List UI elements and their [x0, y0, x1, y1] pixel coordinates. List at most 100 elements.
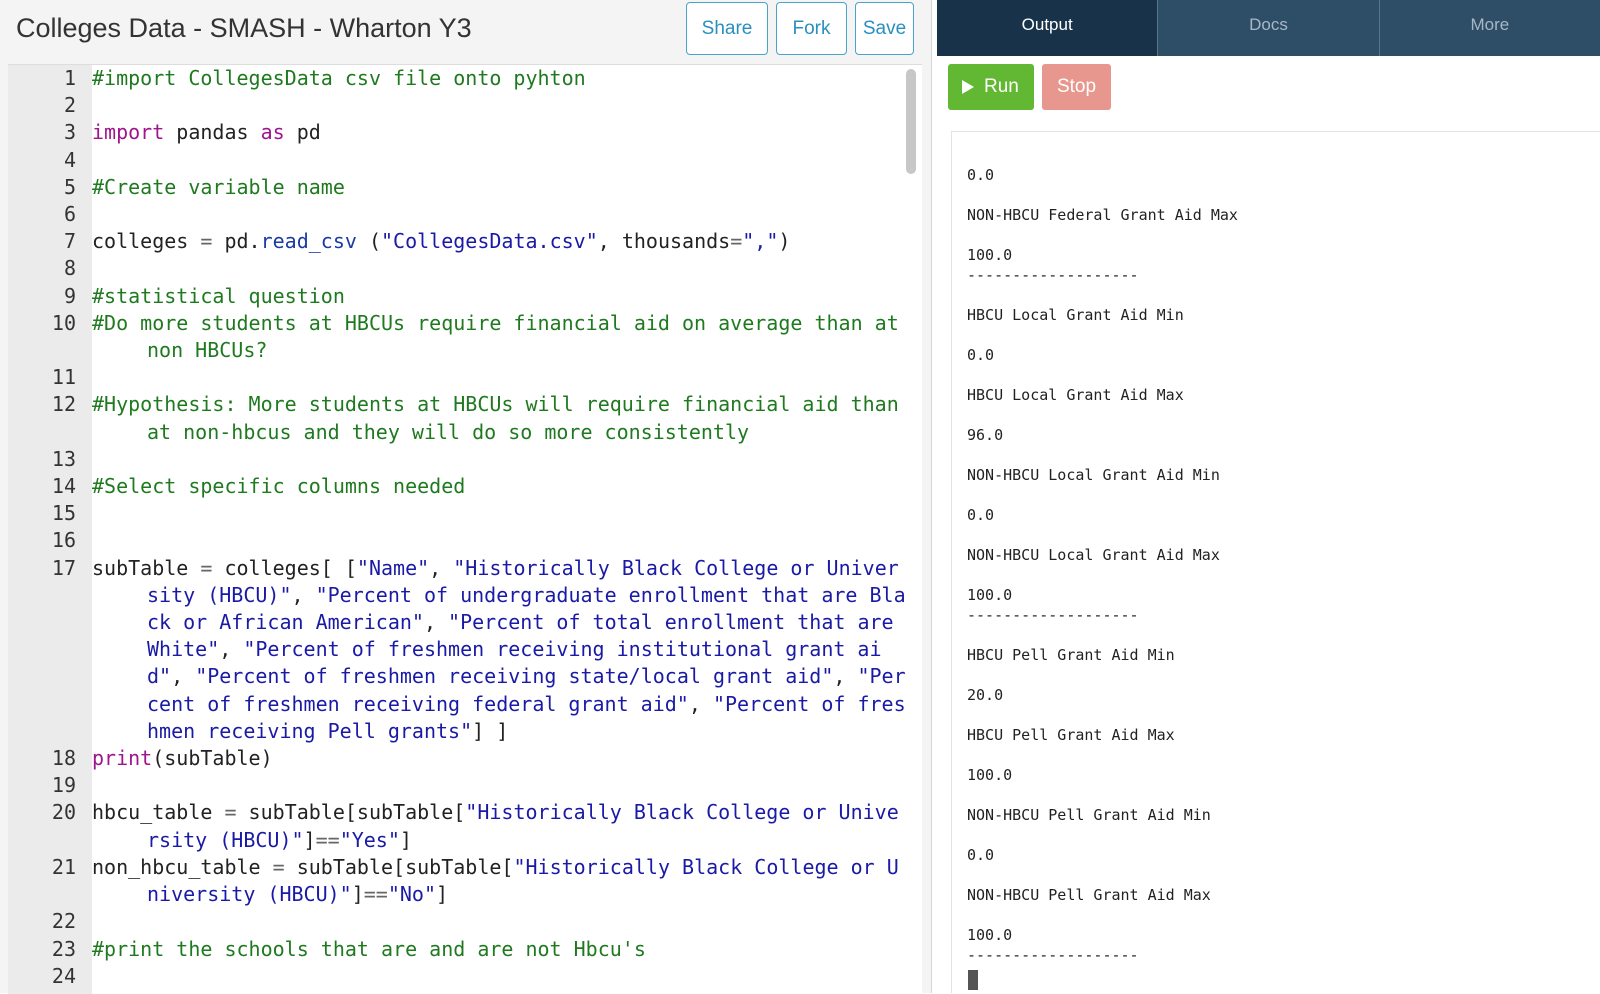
code-text[interactable]: ​: [92, 446, 908, 473]
code-text[interactable]: #Do more students at HBCUs require finan…: [92, 310, 908, 364]
code-token-str: ",": [742, 229, 779, 254]
code-line[interactable]: 19 ​: [8, 772, 908, 799]
code-text[interactable]: #Select specific columns needed: [92, 473, 908, 500]
code-token-plain: hbcu_table: [92, 800, 225, 825]
code-line[interactable]: 23 #print the schools that are and are no…: [8, 936, 908, 963]
line-number: 23: [51, 936, 76, 961]
code-line[interactable]: 2​: [8, 92, 908, 119]
console-line: 96.0: [967, 426, 1004, 444]
code-line[interactable]: 7 colleges = pd.read_csv ("CollegesData.c…: [8, 228, 908, 255]
save-button[interactable]: Save: [855, 2, 914, 55]
code-text[interactable]: ​: [92, 963, 908, 990]
code-token-op: =: [200, 555, 213, 580]
code-line[interactable]: 13 ​: [8, 446, 908, 473]
code-token-plain: ]: [303, 827, 316, 852]
panel-tabs: Output Docs More: [937, 0, 1600, 56]
code-line[interactable]: 24 ​: [8, 963, 908, 990]
code-text[interactable]: ​: [92, 147, 908, 174]
code-text[interactable]: hbcu_table = subTable[subTable["Historic…: [92, 799, 908, 853]
console-line: 100.0: [967, 926, 1013, 944]
tab-docs[interactable]: Docs: [1158, 0, 1380, 56]
code-line[interactable]: 16 ​: [8, 527, 908, 554]
code-text[interactable]: print(subTable): [92, 745, 908, 772]
console-line: 20.0: [967, 686, 1004, 704]
line-number: 16: [51, 528, 76, 553]
code-line[interactable]: 5 #Create variable name: [8, 174, 908, 201]
code-line[interactable]: 3 import pandas as pd: [8, 119, 908, 146]
code-token-comment: #import CollegesData csv file onto pyhto…: [92, 66, 586, 90]
code-text[interactable]: import pandas as pd: [92, 119, 908, 146]
code-text[interactable]: ​: [92, 201, 908, 228]
console-line: 100.0: [967, 246, 1013, 264]
code-line[interactable]: 6​: [8, 201, 908, 228]
code-token-op: ==: [315, 827, 340, 852]
code-text[interactable]: non_hbcu_table = subTable[subTable["Hist…: [92, 854, 908, 908]
console-line: 0.0: [967, 846, 995, 864]
code-text[interactable]: subTable = colleges[ ["Name", "Historica…: [92, 555, 908, 745]
code-text[interactable]: ​: [92, 527, 908, 554]
line-number: 17: [51, 555, 76, 580]
code-line[interactable]: 14 #Select specific columns needed: [8, 473, 908, 500]
tab-more[interactable]: More: [1380, 0, 1600, 56]
code-text[interactable]: #import CollegesData csv file onto pyhto…: [92, 65, 908, 92]
code-line[interactable]: 15 ​: [8, 500, 908, 527]
line-number: 22: [51, 909, 76, 934]
code-token-plain: ,: [423, 610, 449, 635]
run-button[interactable]: Run: [948, 64, 1034, 110]
code-text[interactable]: #statistical question: [92, 283, 908, 310]
code-token-op: =: [200, 229, 213, 254]
code-line[interactable]: 20 hbcu_table = subTable[subTable["Histor…: [8, 799, 908, 853]
code-lines[interactable]: 1 #import CollegesData csv file onto pyht…: [8, 65, 908, 990]
code-text[interactable]: ​: [92, 364, 908, 391]
tab-output[interactable]: Output: [937, 0, 1159, 56]
code-text[interactable]: #print the schools that are and are not …: [92, 936, 908, 963]
code-token-plain: ,: [219, 637, 244, 662]
code-text[interactable]: ​: [92, 908, 908, 935]
console-line: NON-HBCU Local Grant Aid Max: [967, 546, 1220, 564]
code-token-plain: ,: [171, 664, 196, 689]
code-line[interactable]: 12 #Hypothesis: More students at HBCUs wi…: [8, 391, 908, 445]
code-line[interactable]: 8​: [8, 255, 908, 282]
code-line[interactable]: 9 #statistical question: [8, 283, 908, 310]
code-token-plain: pd: [284, 120, 321, 145]
output-console[interactable]: 0.0 NON-HBCU Federal Grant Aid Max 100.0 --…: [951, 131, 1600, 993]
code-text[interactable]: ​: [92, 92, 908, 119]
code-line[interactable]: 11 ​: [8, 364, 908, 391]
code-line[interactable]: 17 subTable = colleges[ ["Name", "Histori…: [8, 555, 908, 745]
code-editor[interactable]: 1 #import CollegesData csv file onto pyht…: [8, 64, 922, 994]
code-line[interactable]: 4​: [8, 147, 908, 174]
code-token-plain: ]: [436, 882, 449, 907]
code-line[interactable]: 21 non_hbcu_table = subTable[subTable["Hi…: [8, 854, 908, 908]
code-text[interactable]: ​: [92, 255, 908, 282]
code-token-plain: ]: [351, 882, 364, 907]
console-line: 100.0: [967, 586, 1013, 604]
code-token-plain: (subTable): [152, 746, 273, 771]
code-line[interactable]: 1 #import CollegesData csv file onto pyht…: [8, 65, 908, 92]
code-token-plain: ,: [688, 691, 713, 716]
code-token-op: =: [272, 854, 285, 879]
code-token-plain: pandas: [164, 120, 261, 145]
code-token-comment: #Do more students at HBCUs require finan…: [92, 310, 911, 363]
code-text[interactable]: #Hypothesis: More students at HBCUs will…: [92, 391, 908, 445]
code-token-plain: (: [356, 229, 382, 254]
code-token-str: "Name": [356, 555, 430, 580]
code-line[interactable]: 10 #Do more students at HBCUs require fin…: [8, 310, 908, 364]
stop-button[interactable]: Stop: [1042, 64, 1111, 110]
code-token-plain: subTable: [92, 555, 201, 580]
code-token-plain: ] ]: [472, 718, 509, 743]
code-text[interactable]: ​: [92, 500, 908, 527]
code-line[interactable]: 18 print(subTable): [8, 745, 908, 772]
code-token-comment: #Hypothesis: More students at HBCUs will…: [92, 392, 911, 444]
line-number: 6: [63, 202, 76, 227]
line-number: 14: [51, 474, 76, 499]
code-text[interactable]: #Create variable name: [92, 174, 908, 201]
line-number: 3: [63, 120, 76, 145]
code-line[interactable]: 22 ​: [8, 908, 908, 935]
code-text[interactable]: ​: [92, 772, 908, 799]
console-line: NON-HBCU Pell Grant Aid Max: [967, 886, 1211, 904]
editor-scrollbar[interactable]: [906, 69, 916, 174]
line-number: 18: [51, 746, 76, 771]
share-button[interactable]: Share: [686, 2, 768, 55]
fork-button[interactable]: Fork: [776, 2, 847, 55]
code-text[interactable]: colleges = pd.read_csv ("CollegesData.cs…: [92, 228, 908, 255]
